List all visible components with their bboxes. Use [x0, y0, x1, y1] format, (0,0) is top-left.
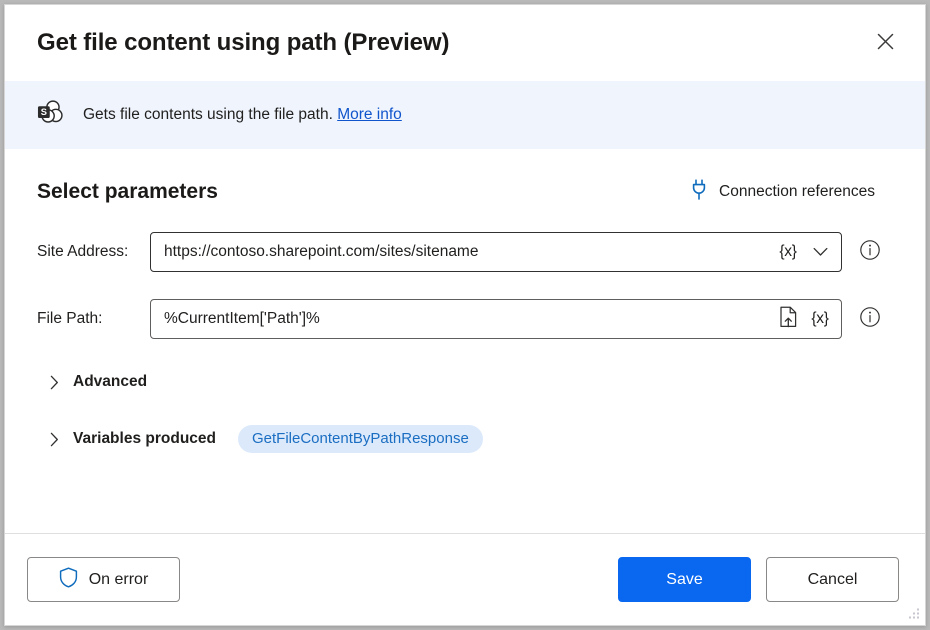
chevron-right-icon — [46, 374, 62, 390]
chevron-right-icon — [46, 431, 62, 447]
advanced-label: Advanced — [73, 373, 147, 391]
cancel-button[interactable]: Cancel — [766, 557, 899, 602]
site-address-adornments: {x} — [769, 237, 833, 267]
file-path-input[interactable] — [164, 310, 769, 328]
advanced-section-toggle[interactable]: Advanced — [46, 373, 147, 391]
more-info-link[interactable]: More info — [337, 106, 402, 123]
sharepoint-icon: S — [37, 98, 66, 132]
site-address-input[interactable] — [164, 243, 769, 261]
site-address-input-wrapper[interactable]: {x} — [150, 232, 842, 272]
close-button[interactable] — [863, 23, 907, 63]
dialog-body: Select parameters Connection references … — [5, 149, 925, 533]
file-path-info-button[interactable] — [858, 307, 882, 331]
info-banner-text: Gets file contents using the file path. … — [83, 105, 402, 125]
variables-produced-label: Variables produced — [73, 430, 216, 448]
file-picker-button[interactable] — [775, 304, 801, 334]
form-row-file-path: File Path: {x} — [37, 299, 893, 339]
site-address-dropdown-button[interactable] — [807, 237, 833, 267]
section-title: Select parameters — [37, 180, 218, 204]
file-path-input-wrapper[interactable]: {x} — [150, 299, 842, 339]
info-circle-icon — [859, 306, 881, 333]
on-error-label: On error — [89, 571, 149, 589]
dialog-title: Get file content using path (Preview) — [37, 29, 449, 58]
dialog-footer: On error Save Cancel — [5, 533, 925, 625]
info-banner: S Gets file contents using the file path… — [5, 81, 925, 149]
shield-icon — [59, 567, 78, 593]
chevron-down-icon — [813, 244, 828, 261]
file-path-adornments: {x} — [769, 304, 833, 334]
dialog-titlebar: Get file content using path (Preview) — [5, 5, 925, 81]
site-address-info-button[interactable] — [858, 240, 882, 264]
form-row-site-address: Site Address: {x} — [37, 232, 893, 272]
parameters-section-header: Select parameters Connection references — [37, 149, 893, 205]
on-error-button[interactable]: On error — [27, 557, 180, 602]
variable-pill[interactable]: GetFileContentByPathResponse — [238, 425, 483, 453]
svg-text:S: S — [41, 107, 47, 117]
connection-references-label: Connection references — [719, 183, 875, 201]
save-button[interactable]: Save — [618, 557, 751, 602]
variables-produced-section-toggle[interactable]: Variables produced GetFileContentByPathR… — [46, 425, 483, 453]
variable-picker-button[interactable]: {x} — [775, 237, 801, 267]
plug-icon — [691, 179, 707, 205]
info-circle-icon — [859, 239, 881, 266]
info-banner-description: Gets file contents using the file path. — [83, 106, 333, 123]
file-upload-icon — [779, 306, 798, 332]
file-path-variable-picker-button[interactable]: {x} — [807, 304, 833, 334]
file-path-label: File Path: — [37, 310, 150, 328]
site-address-label: Site Address: — [37, 243, 150, 261]
connection-references-button[interactable]: Connection references — [691, 179, 875, 205]
footer-actions: Save Cancel — [618, 557, 899, 602]
close-icon — [877, 33, 894, 53]
action-dialog: Get file content using path (Preview) S … — [4, 4, 926, 626]
resize-grip[interactable] — [906, 607, 920, 621]
